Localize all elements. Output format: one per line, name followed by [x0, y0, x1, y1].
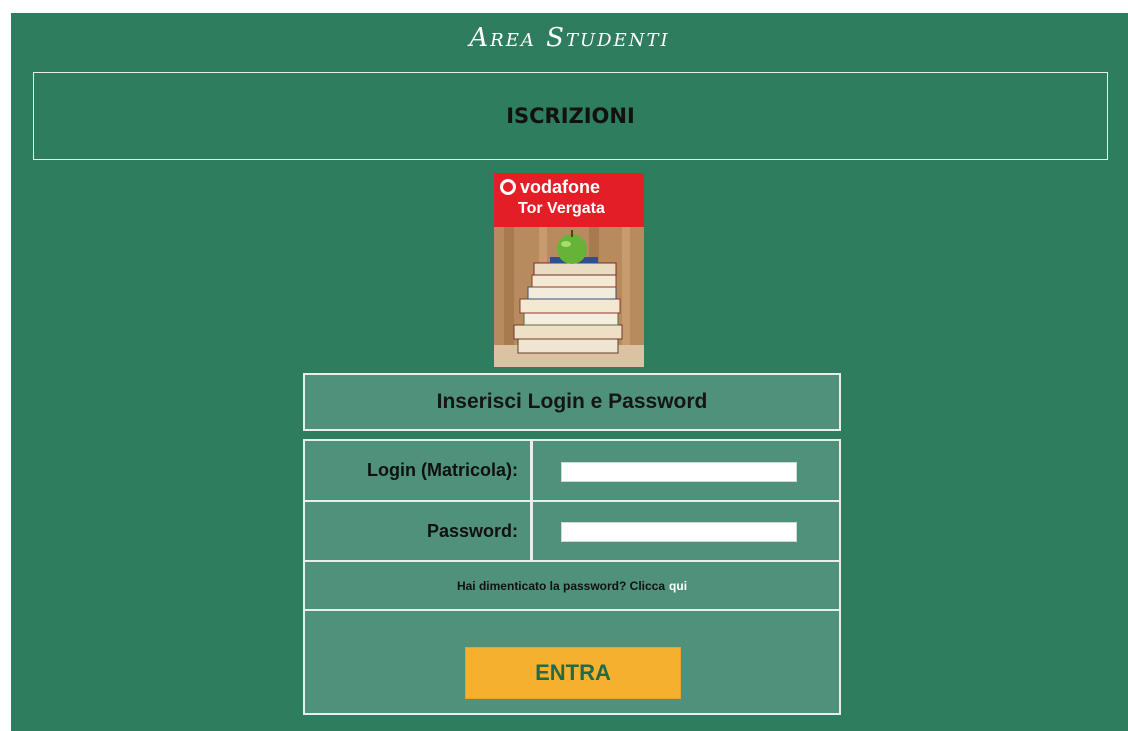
promo-subtitle: Tor Vergata	[518, 200, 605, 217]
password-row: Password:	[305, 502, 839, 562]
forgot-password-row: Hai dimenticato la password? Clicca qui	[305, 562, 839, 611]
vodafone-logo-icon	[500, 179, 516, 195]
page-background: Area Studenti ISCRIZIONI vodafone Tor Ve…	[11, 13, 1128, 731]
password-label: Password:	[305, 502, 533, 560]
books-apple-image	[494, 227, 644, 367]
section-header-box: ISCRIZIONI	[33, 72, 1108, 160]
section-title: ISCRIZIONI	[506, 104, 635, 128]
promo-header: vodafone Tor Vergata	[494, 173, 644, 227]
submit-row: ENTRA	[305, 611, 839, 713]
page-title: Area Studenti	[469, 23, 670, 53]
enter-button[interactable]: ENTRA	[465, 647, 681, 699]
login-form: Login (Matricola): Password: Hai dimenti…	[303, 439, 841, 715]
promo-brand: vodafone	[520, 177, 601, 197]
login-input[interactable]	[561, 462, 797, 482]
password-input[interactable]	[561, 522, 797, 542]
login-row: Login (Matricola):	[305, 441, 839, 502]
vodafone-promo-banner[interactable]: vodafone Tor Vergata	[494, 173, 644, 367]
login-heading-box: Inserisci Login e Password	[303, 373, 841, 431]
login-heading: Inserisci Login e Password	[436, 390, 708, 413]
forgot-password-link[interactable]: qui	[669, 579, 687, 593]
forgot-password-text: Hai dimenticato la password? Clicca qui	[305, 562, 839, 609]
login-label: Login (Matricola):	[305, 441, 533, 500]
forgot-password-prompt: Hai dimenticato la password? Clicca	[456, 578, 666, 593]
vodafone-logo: vodafone	[500, 177, 640, 197]
